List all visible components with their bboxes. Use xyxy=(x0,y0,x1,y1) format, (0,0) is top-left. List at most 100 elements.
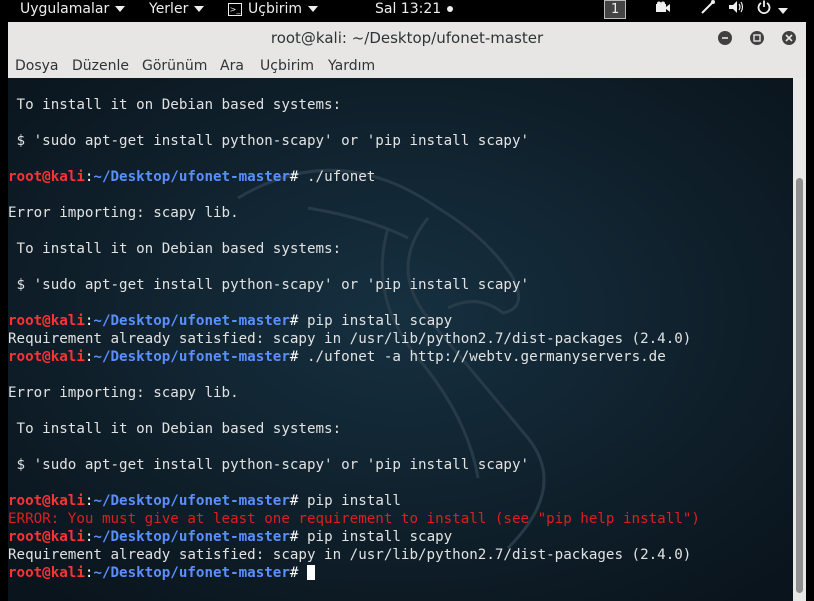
prompt-line: root@kali:~/Desktop/ufonet-master# pip i… xyxy=(8,492,793,510)
notification-dot-icon xyxy=(447,6,454,12)
scrollbar[interactable] xyxy=(793,78,806,601)
places-label: Yerler xyxy=(149,1,189,17)
clock[interactable]: Sal 13:21 xyxy=(375,0,454,19)
prompt-user: root@kali xyxy=(8,169,85,185)
prompt-line: root@kali:~/Desktop/ufonet-master# ./ufo… xyxy=(8,348,793,366)
prompt-symbol: # xyxy=(289,493,307,509)
maximize-button[interactable] xyxy=(750,31,764,45)
eyedropper-icon[interactable] xyxy=(700,0,716,19)
window-titlebar[interactable]: root@kali: ~/Desktop/ufonet-master xyxy=(8,22,806,54)
prompt-path: ~/Desktop/ufonet-master xyxy=(93,169,290,185)
output-text: Requirement already satisfied: scapy in … xyxy=(8,331,692,347)
prompt-path: ~/Desktop/ufonet-master xyxy=(93,529,290,545)
terminal-app-label: Uçbirim xyxy=(248,1,303,17)
menubar: Dosya Düzenle Görünüm Ara Uçbirim Yardım xyxy=(8,54,806,78)
output-line: $ 'sudo apt-get install python-scapy' or… xyxy=(8,456,793,474)
menu-search[interactable]: Ara xyxy=(220,54,244,78)
output-line: Error importing: scapy lib. xyxy=(8,204,793,222)
applications-menu[interactable]: Uygulamalar xyxy=(20,0,126,19)
workspace-indicator[interactable]: 1 xyxy=(604,0,627,19)
output-line: Requirement already satisfied: scapy in … xyxy=(8,330,793,348)
scrollbar-thumb[interactable] xyxy=(796,178,803,593)
output-line: To install it on Debian based systems: xyxy=(8,420,793,438)
output-line: $ 'sudo apt-get install python-scapy' or… xyxy=(8,132,793,150)
places-menu[interactable]: Yerler xyxy=(149,0,205,19)
prompt-user: root@kali xyxy=(8,313,85,329)
output-line: Error importing: scapy lib. xyxy=(8,384,793,402)
chevron-down-icon xyxy=(778,7,789,14)
output-line: To install it on Debian based systems: xyxy=(8,240,793,258)
menu-terminal[interactable]: Uçbirim xyxy=(260,54,314,78)
terminal-window: root@kali: ~/Desktop/ufonet-master Dosya… xyxy=(8,22,806,601)
output-line: To install it on Debian based systems: xyxy=(8,96,793,114)
output-text: Error importing: scapy lib. xyxy=(8,205,239,221)
close-icon xyxy=(785,34,793,42)
terminal-app-menu[interactable]: >_ Uçbirim xyxy=(228,0,319,19)
prompt-path: ~/Desktop/ufonet-master xyxy=(93,565,290,581)
maximize-icon xyxy=(753,34,761,42)
minimize-button[interactable] xyxy=(718,31,732,45)
prompt-line: root@kali:~/Desktop/ufonet-master# pip i… xyxy=(8,528,793,546)
terminal-icon: >_ xyxy=(228,2,242,16)
chevron-down-icon xyxy=(194,6,205,12)
prompt-path: ~/Desktop/ufonet-master xyxy=(93,349,290,365)
prompt-line: root@kali:~/Desktop/ufonet-master# pip i… xyxy=(8,312,793,330)
video-camera-icon[interactable] xyxy=(655,0,671,19)
prompt-user: root@kali xyxy=(8,529,85,545)
window-title: root@kali: ~/Desktop/ufonet-master xyxy=(270,29,544,47)
menu-file[interactable]: Dosya xyxy=(15,54,59,78)
prompt-symbol: # xyxy=(289,565,307,581)
prompt-symbol: # xyxy=(289,169,307,185)
prompt-symbol: # xyxy=(289,349,307,365)
prompt-user: root@kali xyxy=(8,565,85,581)
output-text: $ 'sudo apt-get install python-scapy' or… xyxy=(8,457,530,473)
prompt-line: root@kali:~/Desktop/ufonet-master# xyxy=(8,564,793,582)
workspace-number: 1 xyxy=(611,2,620,17)
output-text: To install it on Debian based systems: xyxy=(8,421,342,437)
power-icon[interactable] xyxy=(757,0,789,19)
prompt-symbol: # xyxy=(289,313,307,329)
close-button[interactable] xyxy=(782,31,796,45)
output-text: $ 'sudo apt-get install python-scapy' or… xyxy=(8,133,530,149)
terminal-area[interactable]: To install it on Debian based systems: $… xyxy=(8,78,793,601)
command-text: pip install scapy xyxy=(306,313,453,329)
chevron-down-icon xyxy=(115,6,126,12)
output-text: Requirement already satisfied: scapy in … xyxy=(8,547,692,563)
output-text: $ 'sudo apt-get install python-scapy' or… xyxy=(8,277,530,293)
output-text: To install it on Debian based systems: xyxy=(8,97,342,113)
menu-help[interactable]: Yardım xyxy=(328,54,375,78)
prompt-user: root@kali xyxy=(8,493,85,509)
text-cursor xyxy=(306,565,315,580)
prompt-symbol: # xyxy=(289,529,307,545)
volume-icon[interactable] xyxy=(728,0,746,19)
command-text: ./ufonet -a http://webtv.germanyservers.… xyxy=(306,349,666,365)
top-panel: Uygulamalar Yerler >_ Uçbirim Sal 13:21 1 xyxy=(0,0,814,19)
output-text: Error importing: scapy lib. xyxy=(8,385,239,401)
output-line: $ 'sudo apt-get install python-scapy' or… xyxy=(8,276,793,294)
command-text: pip install scapy xyxy=(306,529,453,545)
menu-view[interactable]: Görünüm xyxy=(142,54,207,78)
applications-label: Uygulamalar xyxy=(20,1,110,17)
prompt-path: ~/Desktop/ufonet-master xyxy=(93,493,290,509)
prompt-line: root@kali:~/Desktop/ufonet-master# ./ufo… xyxy=(8,168,793,186)
prompt-path: ~/Desktop/ufonet-master xyxy=(93,313,290,329)
menu-edit[interactable]: Düzenle xyxy=(72,54,129,78)
output-line: Requirement already satisfied: scapy in … xyxy=(8,546,793,564)
command-text: ./ufonet xyxy=(306,169,376,185)
output-text: To install it on Debian based systems: xyxy=(8,241,342,257)
chevron-down-icon xyxy=(308,6,319,12)
error-text: ERROR: You must give at least one requir… xyxy=(8,511,700,527)
prompt-user: root@kali xyxy=(8,349,85,365)
command-text: pip install xyxy=(306,493,401,509)
